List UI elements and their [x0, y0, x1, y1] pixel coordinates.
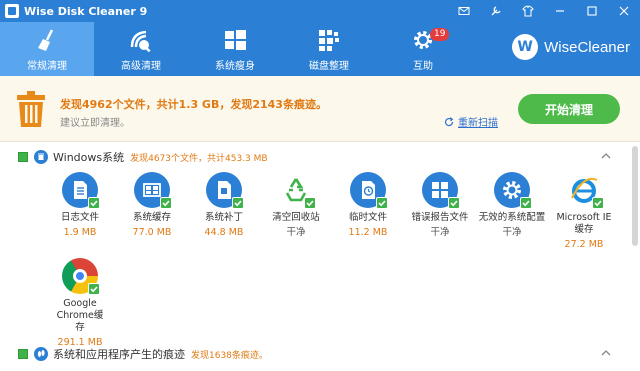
- tab-label: 互助: [413, 60, 433, 72]
- clean-item-error-reports[interactable]: 错误报告文件 干净: [404, 172, 476, 239]
- item-status: 干净: [430, 227, 450, 238]
- item-name: 系统补丁: [204, 212, 243, 223]
- ie-icon: [566, 172, 604, 209]
- section-info: 发现4673个文件，共计453.3 MB: [130, 153, 268, 164]
- item-name: 清空回收站: [272, 212, 320, 223]
- log-file-icon: [62, 172, 100, 209]
- check-icon: [304, 197, 316, 209]
- broom-icon: [34, 27, 60, 53]
- check-icon: [520, 197, 532, 209]
- section-traces-header: 系统和应用程序产生的痕迹 发现1638条痕迹。: [0, 343, 628, 365]
- section-checkbox[interactable]: [18, 152, 28, 162]
- check-icon: [448, 197, 460, 209]
- clean-item-temp-files[interactable]: 临时文件 11.2 MB: [332, 172, 404, 239]
- check-icon: [592, 197, 604, 209]
- brand: W WiseCleaner: [512, 34, 630, 60]
- brand-name: WiseCleaner: [544, 38, 630, 56]
- tab-regular-clean[interactable]: 常规清理: [0, 22, 94, 76]
- advanced-clean-icon: [128, 27, 154, 53]
- scan-suggestion-text: 建议立即清理。: [60, 118, 130, 129]
- title-bar: Wise Disk Cleaner 9: [0, 0, 640, 22]
- app-icon: [5, 4, 19, 18]
- item-name: 临时文件: [348, 212, 387, 223]
- item-name: Microsoft IE 缓存: [556, 212, 612, 235]
- close-icon[interactable]: [608, 0, 640, 22]
- tab-label: 常规清理: [27, 60, 67, 72]
- scan-result-text: 发现4962个文件，共计1.3 GB，发现2143条痕迹。: [60, 98, 327, 111]
- clean-item-ie-cache[interactable]: Microsoft IE 缓存 27.2 MB: [548, 172, 620, 251]
- item-size: 27.2 MB: [564, 239, 604, 250]
- footprint-icon: [34, 347, 48, 361]
- clean-item-recycle-bin[interactable]: 清空回收站 干净: [260, 172, 332, 239]
- item-size: 44.8 MB: [204, 227, 244, 238]
- clean-item-log-files[interactable]: 日志文件 1.9 MB: [44, 172, 116, 239]
- window-title: Wise Disk Cleaner 9: [24, 4, 148, 18]
- item-name: Google Chrome缓存: [56, 298, 104, 333]
- item-name: 无效的系统配置: [478, 212, 546, 223]
- item-name: 错误报告文件: [411, 212, 469, 223]
- item-size: 11.2 MB: [348, 227, 388, 238]
- chevron-up-icon[interactable]: [600, 347, 612, 359]
- defrag-icon: [316, 27, 342, 53]
- check-icon: [88, 283, 100, 295]
- minimize-icon[interactable]: [544, 0, 576, 22]
- tab-label: 高级清理: [121, 60, 161, 72]
- notification-badge: 19: [430, 28, 450, 41]
- tab-disk-defrag[interactable]: 磁盘整理: [282, 22, 376, 76]
- maximize-icon[interactable]: [576, 0, 608, 22]
- trash-icon: [16, 90, 46, 128]
- check-icon: [160, 197, 172, 209]
- chrome-icon: [62, 258, 100, 295]
- system-patch-icon: [206, 172, 244, 209]
- temp-file-icon: [350, 172, 388, 209]
- main-toolbar: 常规清理 高级清理 系统瘦身 磁盘整理 互助 19 W WiseCleaner: [0, 22, 640, 76]
- item-size: 77.0 MB: [132, 227, 172, 238]
- check-icon: [88, 197, 100, 209]
- clean-item-invalid-config[interactable]: 无效的系统配置 干净: [476, 172, 548, 239]
- scrollbar[interactable]: [632, 146, 638, 246]
- rescan-label: 重新扫描: [458, 118, 498, 129]
- section-checkbox[interactable]: [18, 349, 28, 359]
- start-clean-button[interactable]: 开始清理: [518, 94, 620, 124]
- item-status: 干净: [502, 227, 522, 238]
- check-icon: [376, 197, 388, 209]
- item-name: 日志文件: [60, 212, 99, 223]
- recycle-bin-icon: [278, 172, 316, 209]
- settings-icon[interactable]: [480, 0, 512, 22]
- item-name: 系统缓存: [132, 212, 171, 223]
- section-windows-header: Windows系统 发现4673个文件，共计453.3 MB: [0, 146, 628, 168]
- brand-logo: W: [512, 34, 539, 60]
- tab-label: 磁盘整理: [309, 60, 349, 72]
- tab-mutual-help[interactable]: 互助 19: [376, 22, 470, 76]
- windows-trash-icon: [34, 150, 48, 164]
- section-info: 发现1638条痕迹。: [191, 350, 268, 361]
- item-size: 1.9 MB: [63, 227, 97, 238]
- check-icon: [232, 197, 244, 209]
- system-cache-icon: [134, 172, 172, 209]
- clean-item-system-cache[interactable]: 系统缓存 77.0 MB: [116, 172, 188, 239]
- chevron-up-icon[interactable]: [600, 150, 612, 162]
- mail-icon[interactable]: [448, 0, 480, 22]
- skin-icon[interactable]: [512, 0, 544, 22]
- clean-item-system-patch[interactable]: 系统补丁 44.8 MB: [188, 172, 260, 239]
- tab-label: 系统瘦身: [215, 60, 255, 72]
- section-title: Windows系统: [53, 151, 125, 164]
- section-title: 系统和应用程序产生的痕迹: [53, 348, 185, 361]
- clean-item-chrome-cache[interactable]: Google Chrome缓存 291.1 MB: [44, 258, 116, 349]
- rescan-link[interactable]: 重新扫描: [444, 114, 498, 129]
- tab-advanced-clean[interactable]: 高级清理: [94, 22, 188, 76]
- error-report-icon: [422, 172, 460, 209]
- refresh-icon: [444, 116, 454, 126]
- tab-system-slim[interactable]: 系统瘦身: [188, 22, 282, 76]
- invalid-config-icon: [494, 172, 532, 209]
- windows-icon: [222, 27, 248, 53]
- item-status: 干净: [286, 227, 306, 238]
